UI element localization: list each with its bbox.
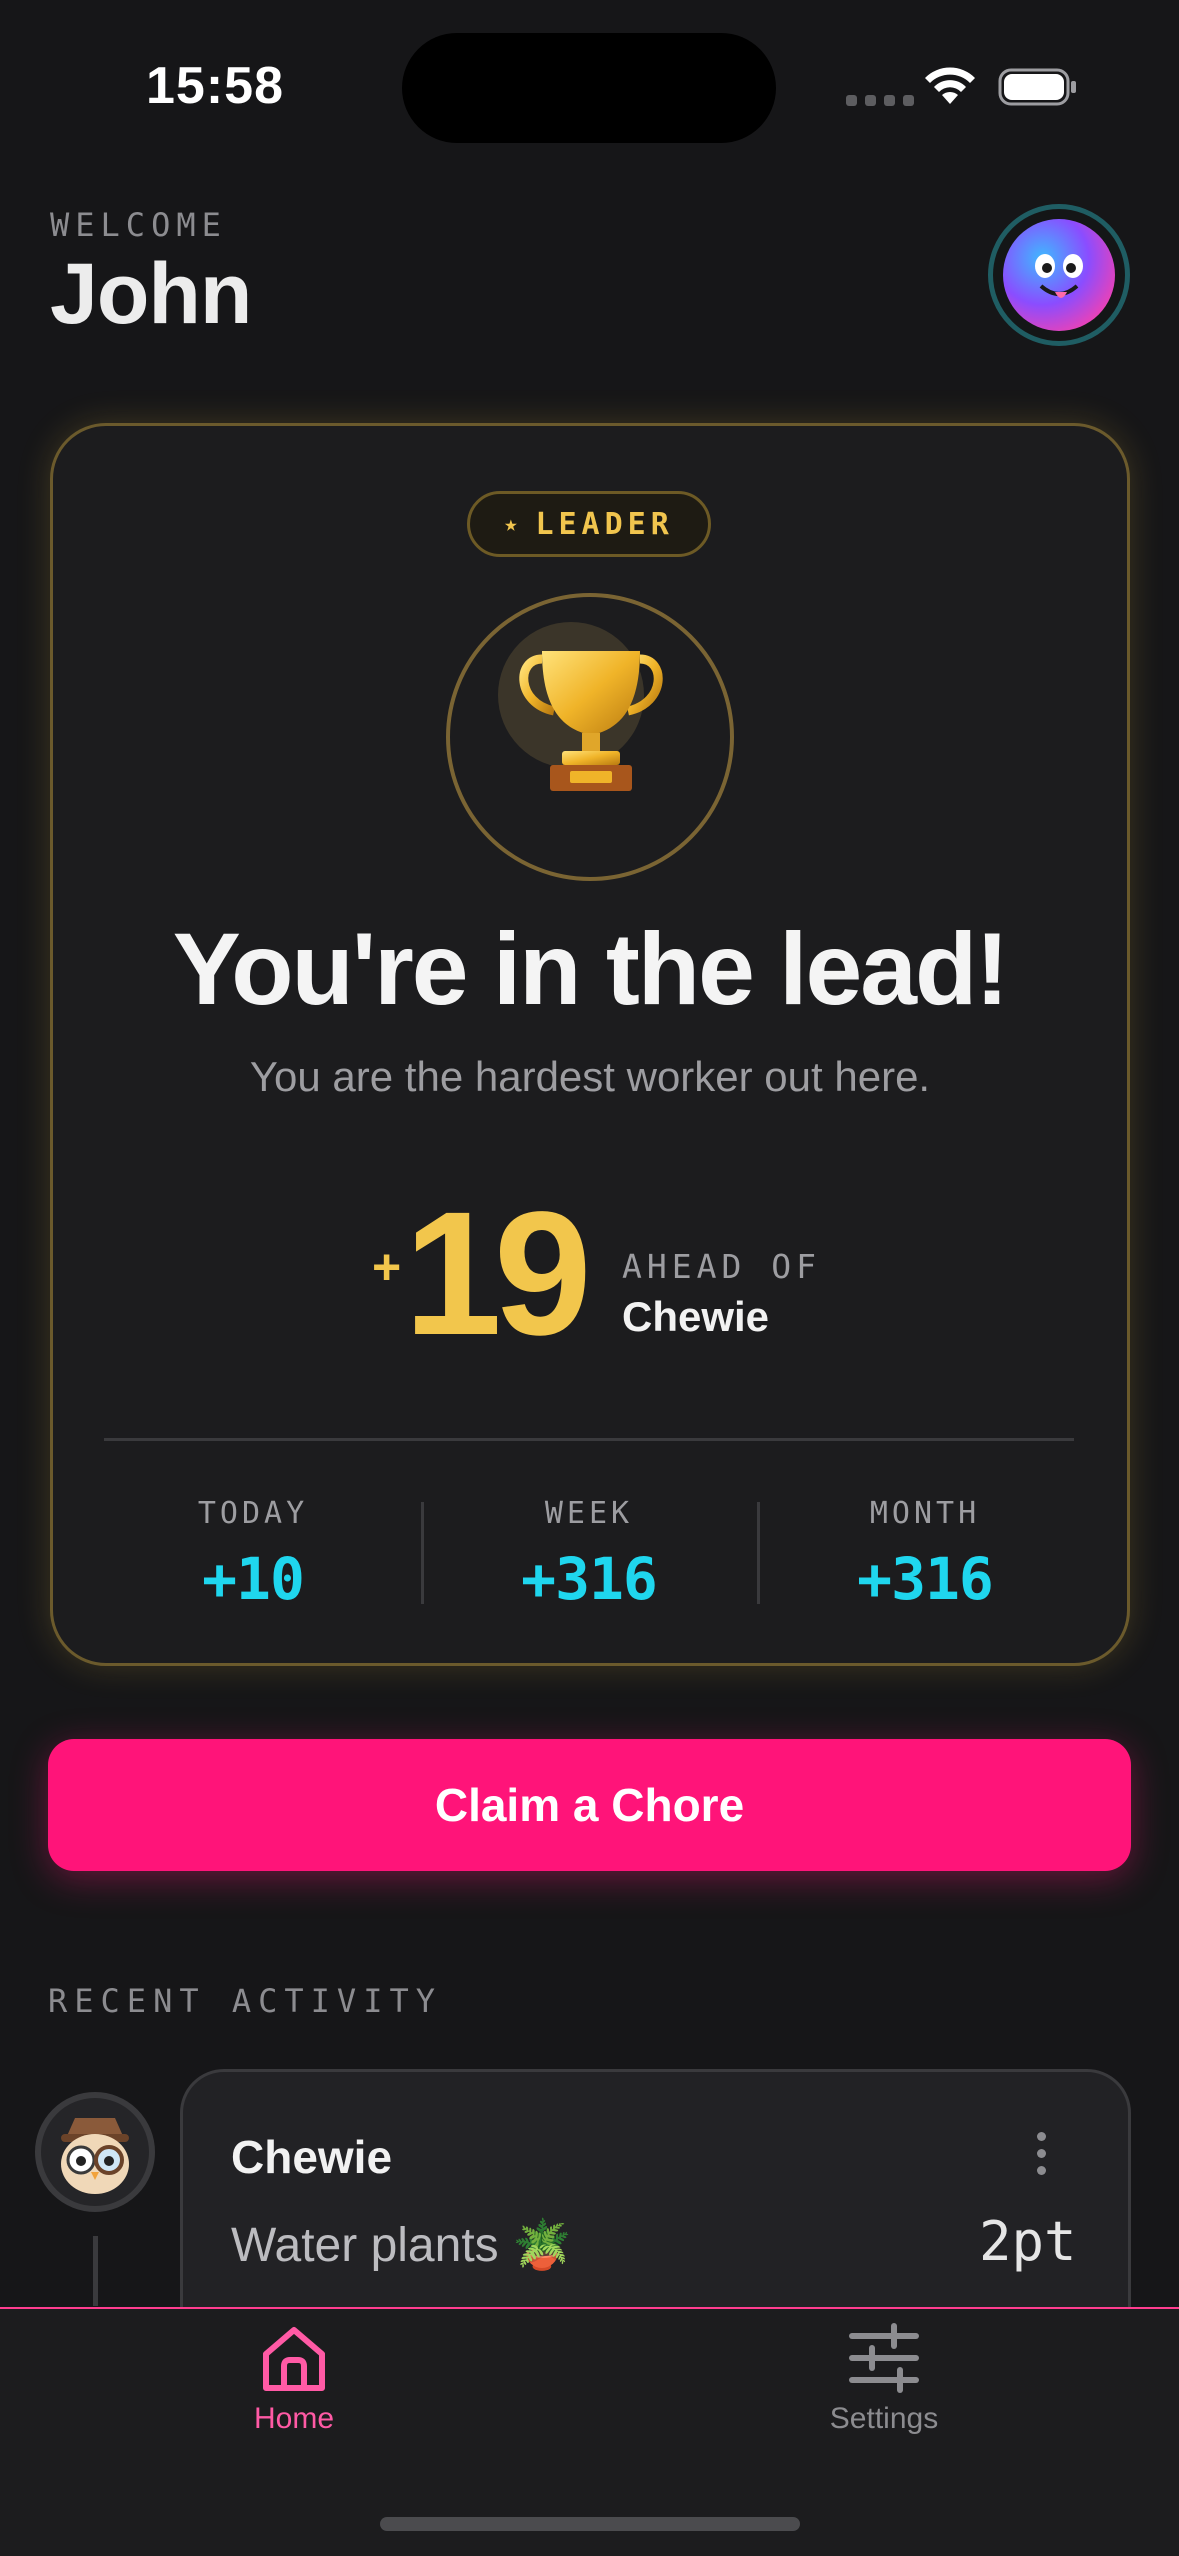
leader-badge: ★ LEADER bbox=[467, 491, 711, 557]
wifi-icon bbox=[925, 67, 975, 104]
stat-value: +10 bbox=[202, 1545, 305, 1613]
ahead-of-label: AHEAD OF bbox=[622, 1247, 821, 1286]
activity-chore-name: Water plants 🪴 bbox=[231, 2219, 572, 2272]
stat-label: WEEK bbox=[544, 1496, 634, 1531]
home-icon bbox=[263, 2327, 325, 2391]
status-time: 15:58 bbox=[146, 57, 284, 115]
owl-avatar-icon bbox=[61, 2118, 129, 2194]
lead-points-value: 19 bbox=[404, 1176, 592, 1372]
runner-up-name: Chewie bbox=[622, 1293, 770, 1340]
claim-chore-button[interactable]: Claim a Chore bbox=[48, 1739, 1131, 1871]
stat-today: TODAY +10 bbox=[88, 1496, 418, 1613]
activity-user-name: Chewie bbox=[231, 2131, 393, 2183]
battery-icon bbox=[998, 68, 1076, 106]
timeline-connector bbox=[93, 2236, 98, 2306]
home-screen: 15:58 WELCOME John ★ LEADER You're in th… bbox=[0, 0, 1179, 2556]
recent-activity-title: RECENT ACTIVITY bbox=[48, 1982, 442, 2020]
leader-badge-label: LEADER bbox=[535, 506, 674, 542]
stat-value: +316 bbox=[857, 1545, 994, 1613]
stat-label: TODAY bbox=[197, 1496, 309, 1531]
sliders-icon bbox=[849, 2323, 919, 2393]
welcome-label: WELCOME bbox=[50, 206, 227, 244]
lead-headline: You're in the lead! bbox=[172, 912, 1009, 1026]
cellular-signal-icon bbox=[846, 95, 914, 106]
star-icon: ★ bbox=[504, 511, 518, 537]
card-divider bbox=[104, 1438, 1074, 1441]
activity-user-avatar[interactable] bbox=[35, 2092, 155, 2212]
stat-label: MONTH bbox=[869, 1496, 981, 1531]
stat-week: WEEK +316 bbox=[424, 1496, 754, 1613]
tab-settings[interactable]: Settings bbox=[764, 2318, 1004, 2436]
tab-home[interactable]: Home bbox=[174, 2318, 414, 2436]
lead-subline: You are the hardest worker out here. bbox=[249, 1053, 931, 1100]
stat-month: MONTH +316 bbox=[760, 1496, 1090, 1613]
tab-home-label: Home bbox=[253, 2402, 335, 2435]
more-options-icon[interactable] bbox=[1037, 2132, 1046, 2175]
stat-value: +316 bbox=[521, 1545, 658, 1613]
profile-avatar[interactable] bbox=[988, 204, 1130, 346]
dynamic-island bbox=[402, 33, 776, 143]
lead-plus-sign: + bbox=[372, 1239, 402, 1295]
activity-points: 2pt bbox=[979, 2210, 1077, 2273]
trophy-icon bbox=[519, 651, 663, 791]
blob-monster-icon bbox=[1003, 219, 1115, 331]
user-name: John bbox=[50, 246, 252, 342]
tab-settings-label: Settings bbox=[829, 2402, 939, 2435]
home-indicator bbox=[380, 2517, 800, 2531]
